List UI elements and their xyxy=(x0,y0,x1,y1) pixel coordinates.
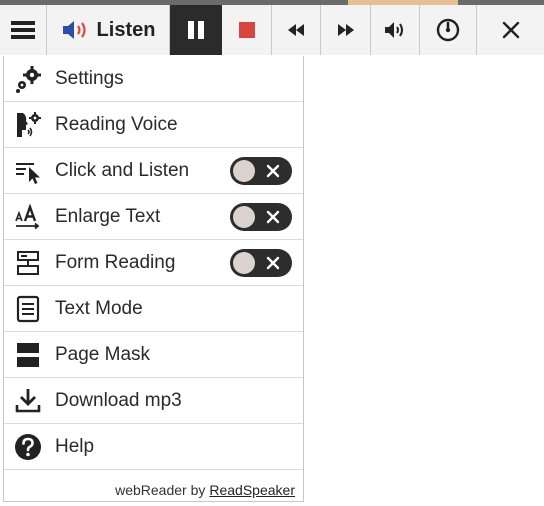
toggle-off-icon xyxy=(260,251,286,275)
fast-forward-button[interactable] xyxy=(321,5,371,55)
menu-item-click-and-listen[interactable]: Click and Listen xyxy=(4,148,303,194)
rewind-icon xyxy=(288,24,304,36)
volume-button[interactable] xyxy=(371,5,420,55)
speedometer-icon xyxy=(436,18,460,42)
menu-item-download-mp3[interactable]: Download mp3 xyxy=(4,378,303,424)
fast-forward-icon xyxy=(337,24,354,36)
listen-label: Listen xyxy=(96,18,156,41)
pause-button[interactable] xyxy=(170,5,222,55)
speed-button[interactable] xyxy=(420,5,477,55)
document-icon xyxy=(13,294,43,324)
menu-item-label: Enlarge Text xyxy=(55,205,161,227)
hamburger-icon xyxy=(11,21,35,39)
menu-item-label: Page Mask xyxy=(55,343,151,365)
form-reading-toggle[interactable] xyxy=(230,249,292,277)
footer-prefix: webReader by xyxy=(115,482,206,498)
menu-item-label: Reading Voice xyxy=(55,113,178,135)
menu-item-help[interactable]: Help xyxy=(4,424,303,470)
close-icon xyxy=(502,21,519,39)
menu-item-form-reading[interactable]: Form Reading xyxy=(4,240,303,286)
toggle-knob xyxy=(233,206,255,228)
menu-footer: webReader by ReadSpeaker xyxy=(4,478,303,502)
rewind-button[interactable] xyxy=(272,5,321,55)
form-icon xyxy=(13,248,43,278)
reader-menu: Settings Reading Voice Click and Listen … xyxy=(3,56,304,502)
menu-item-settings[interactable]: Settings xyxy=(4,56,303,102)
voice-head-icon xyxy=(13,110,43,140)
menu-item-label: Help xyxy=(55,435,95,457)
stop-icon xyxy=(238,22,255,38)
menu-item-label: Click and Listen xyxy=(55,159,190,181)
menu-item-enlarge-text[interactable]: Enlarge Text xyxy=(4,194,303,240)
menu-button[interactable] xyxy=(0,5,47,55)
menu-item-label: Download mp3 xyxy=(55,389,182,411)
toggle-knob xyxy=(233,252,255,274)
pause-icon xyxy=(187,21,204,39)
toggle-off-icon xyxy=(260,159,286,183)
readspeaker-link[interactable]: ReadSpeaker xyxy=(209,482,295,498)
menu-item-reading-voice[interactable]: Reading Voice xyxy=(4,102,303,148)
enlarge-text-icon xyxy=(13,202,43,232)
close-button[interactable] xyxy=(477,5,544,55)
stop-button[interactable] xyxy=(222,5,272,55)
listen-button[interactable]: Listen xyxy=(47,5,170,55)
enlarge-text-toggle[interactable] xyxy=(230,203,292,231)
player-toolbar: Listen xyxy=(0,5,544,55)
volume-icon xyxy=(385,22,403,38)
menu-item-label: Settings xyxy=(55,67,124,89)
toggle-off-icon xyxy=(260,205,286,229)
menu-item-label: Text Mode xyxy=(55,297,143,319)
speaker-icon xyxy=(62,21,86,39)
download-icon xyxy=(13,386,43,416)
help-icon xyxy=(13,432,43,462)
click-and-listen-toggle[interactable] xyxy=(230,157,292,185)
menu-item-label: Form Reading xyxy=(55,251,176,273)
gears-icon xyxy=(13,64,43,94)
page-mask-icon xyxy=(13,340,43,370)
text-cursor-icon xyxy=(13,156,43,186)
menu-item-text-mode[interactable]: Text Mode xyxy=(4,286,303,332)
menu-item-page-mask[interactable]: Page Mask xyxy=(4,332,303,378)
toggle-knob xyxy=(233,160,255,182)
